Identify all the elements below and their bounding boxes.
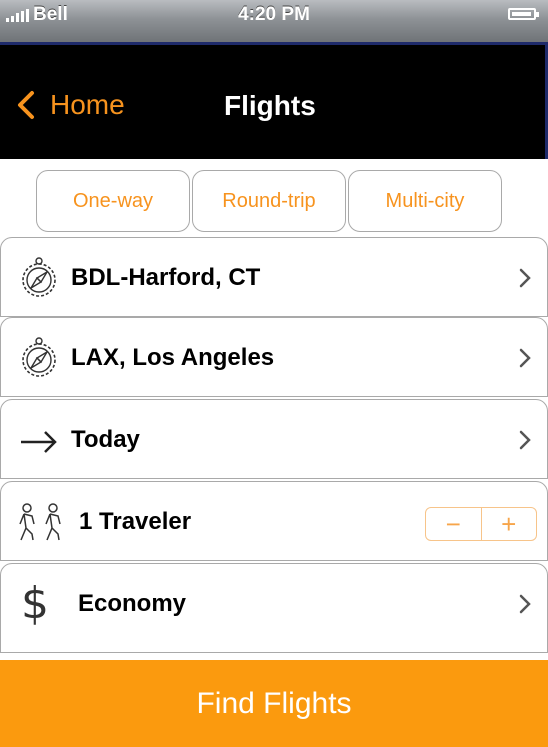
chevron-right-icon bbox=[519, 430, 531, 450]
chevron-right-icon bbox=[519, 268, 531, 288]
chevron-right-icon bbox=[519, 348, 531, 368]
destination-row[interactable]: LAX, Los Angeles bbox=[0, 317, 548, 397]
cabin-row[interactable]: $ Economy bbox=[0, 563, 548, 653]
clock: 4:20 PM bbox=[238, 4, 310, 25]
back-label: Home bbox=[50, 89, 125, 120]
tab-one-way[interactable]: One-way bbox=[36, 170, 190, 232]
chevron-left-icon bbox=[18, 91, 34, 119]
compass-icon bbox=[22, 337, 56, 377]
arrow-right-icon bbox=[21, 431, 57, 453]
nav-bar: Home Flights bbox=[0, 42, 548, 159]
traveler-stepper: − + bbox=[425, 507, 537, 541]
date-row[interactable]: Today bbox=[0, 399, 548, 479]
origin-label: BDL-Harford, CT bbox=[71, 264, 261, 291]
battery-icon bbox=[508, 8, 539, 20]
compass-icon bbox=[22, 257, 56, 297]
status-bar: Bell 4:20 PM bbox=[0, 0, 548, 42]
cabin-label: Economy bbox=[78, 590, 187, 617]
trip-type-selector: One-way Round-trip Multi-city bbox=[36, 170, 504, 232]
decrement-button[interactable]: − bbox=[426, 508, 481, 540]
traveler-count: 1 Traveler bbox=[79, 508, 192, 535]
tab-multi-city[interactable]: Multi-city bbox=[348, 170, 502, 232]
page-title: Flights bbox=[224, 90, 316, 121]
tab-round-trip[interactable]: Round-trip bbox=[192, 170, 346, 232]
traveler-row: 1 Traveler − + bbox=[0, 481, 548, 561]
back-button[interactable]: Home bbox=[16, 89, 125, 121]
chevron-right-icon bbox=[519, 594, 531, 614]
destination-label: LAX, Los Angeles bbox=[71, 344, 275, 371]
dollar-icon: $ bbox=[21, 578, 49, 629]
origin-row[interactable]: BDL-Harford, CT bbox=[0, 237, 548, 317]
date-label: Today bbox=[71, 426, 140, 453]
increment-button[interactable]: + bbox=[480, 508, 537, 540]
travelers-icon bbox=[19, 503, 61, 541]
find-flights-button[interactable]: Find Flights bbox=[0, 660, 548, 747]
